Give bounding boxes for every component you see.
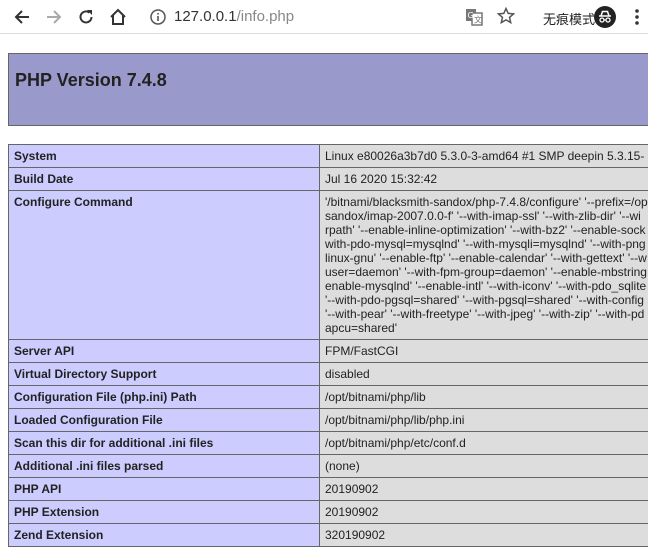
- row-key: Virtual Directory Support: [8, 362, 320, 386]
- row-value: FPM/FastCGI: [319, 339, 648, 363]
- table-row: Server API FPM/FastCGI: [8, 339, 648, 363]
- row-value: 20190902: [319, 500, 648, 524]
- table-row: Virtual Directory Support disabled: [8, 362, 648, 386]
- configure-line: sandox/imap-2007.0.0-f' '--with-imap-ssl…: [325, 209, 641, 223]
- row-value: Linux e80026a3b7d0 5.3.0-3-amd64 #1 SMP …: [319, 144, 648, 168]
- row-key: Server API: [8, 339, 320, 363]
- more-menu-icon[interactable]: [630, 8, 644, 26]
- row-key: Additional .ini files parsed: [8, 454, 320, 478]
- back-button[interactable]: [6, 0, 38, 34]
- row-value: /opt/bitnami/php/lib: [319, 385, 648, 409]
- row-key: System: [8, 144, 320, 168]
- row-key: Loaded Configuration File: [8, 408, 320, 432]
- table-row: Build Date Jul 16 2020 15:32:42: [8, 167, 648, 191]
- row-key: PHP API: [8, 477, 320, 501]
- row-key: Zend Extension: [8, 523, 320, 547]
- browser-toolbar: 127.0.0.1/info.php G文 无痕模式: [0, 0, 648, 34]
- table-row: Zend Extension 320190902: [8, 523, 648, 547]
- table-row: Loaded Configuration File/opt/bitnami/ph…: [8, 408, 648, 432]
- row-value: (none): [319, 454, 648, 478]
- reload-icon: [79, 10, 93, 24]
- row-key: PHP Extension: [8, 500, 320, 524]
- info-icon[interactable]: [150, 9, 166, 25]
- table-row: PHP Extension 20190902: [8, 500, 648, 524]
- table-row: Configuration File (php.ini) Path/opt/bi…: [8, 385, 648, 409]
- row-key: Scan this dir for additional .ini files: [8, 431, 320, 455]
- php-header: PHP Version 7.4.8: [8, 53, 648, 126]
- translate-icon[interactable]: G文: [465, 8, 483, 26]
- page-title: PHP Version 7.4.8: [15, 70, 167, 90]
- arrow-right-icon: [47, 10, 62, 24]
- row-key: Configuration File (php.ini) Path: [8, 385, 320, 409]
- table-row: Scan this dir for additional .ini files /…: [8, 431, 648, 455]
- row-key: Build Date: [8, 167, 320, 191]
- row-value: /opt/bitnami/php/lib/php.ini: [319, 408, 648, 432]
- table-row: Configure Command '/bitnami/blacksmith-sa…: [8, 190, 648, 340]
- incognito-label: 无痕模式: [543, 12, 596, 27]
- row-value: 320190902: [319, 523, 648, 547]
- configure-line: enable-mysqlnd' '--enable-intl' '--with-…: [325, 279, 647, 293]
- home-button[interactable]: [102, 0, 134, 34]
- reload-button[interactable]: [70, 0, 102, 34]
- info-table: System Linux e80026a3b7d0 5.3.0-3-amd64 #…: [8, 144, 648, 547]
- forward-button[interactable]: [38, 0, 70, 34]
- configure-line: apcu=shared': [325, 321, 398, 335]
- address-bar[interactable]: 127.0.0.1/info.php: [174, 8, 294, 25]
- url-path: /info.php: [236, 8, 295, 25]
- row-value: 20190902: [319, 477, 648, 501]
- configure-line: user=daemon' '--with-fpm-group=daemon' '…: [325, 265, 647, 279]
- table-row: Additional .ini files parsed (none): [8, 454, 648, 478]
- svg-text:文: 文: [474, 15, 482, 25]
- row-value: /opt/bitnami/php/etc/conf.d: [319, 431, 648, 455]
- incognito-icon[interactable]: [594, 6, 616, 28]
- configure-line: '--with-pear' '--with-freetype' '--with-…: [325, 307, 645, 321]
- home-icon: [110, 8, 126, 25]
- star-icon[interactable]: [497, 7, 515, 25]
- row-value: disabled: [319, 362, 648, 386]
- row-value: '/bitnami/blacksmith-sandox/php-7.4.8/co…: [319, 190, 648, 340]
- table-row: System Linux e80026a3b7d0 5.3.0-3-amd64 #…: [8, 144, 648, 168]
- url-host: 127.0.0.1: [174, 8, 237, 25]
- row-value: Jul 16 2020 15:32:42: [319, 167, 648, 191]
- configure-line: '--with-pdo-pgsql=shared' '--with-pgsql=…: [325, 293, 644, 307]
- table-row: PHP API 20190902: [8, 477, 648, 501]
- arrow-left-icon: [14, 10, 29, 24]
- configure-line: '/bitnami/blacksmith-sandox/php-7.4.8/co…: [325, 195, 648, 209]
- svg-text:G: G: [468, 11, 474, 20]
- configure-line: with-pdo-mysql=mysqlnd' '--with-mysqli=m…: [325, 237, 646, 251]
- row-key: Configure Command: [8, 190, 320, 340]
- configure-line: rpath' '--enable-inline-optimization' '-…: [325, 223, 646, 237]
- page-content: PHP Version 7.4.8 System Linux e80026a3b7…: [0, 34, 648, 548]
- configure-line: linux-gnu' '--enable-ftp' '--enable-cale…: [325, 251, 647, 265]
